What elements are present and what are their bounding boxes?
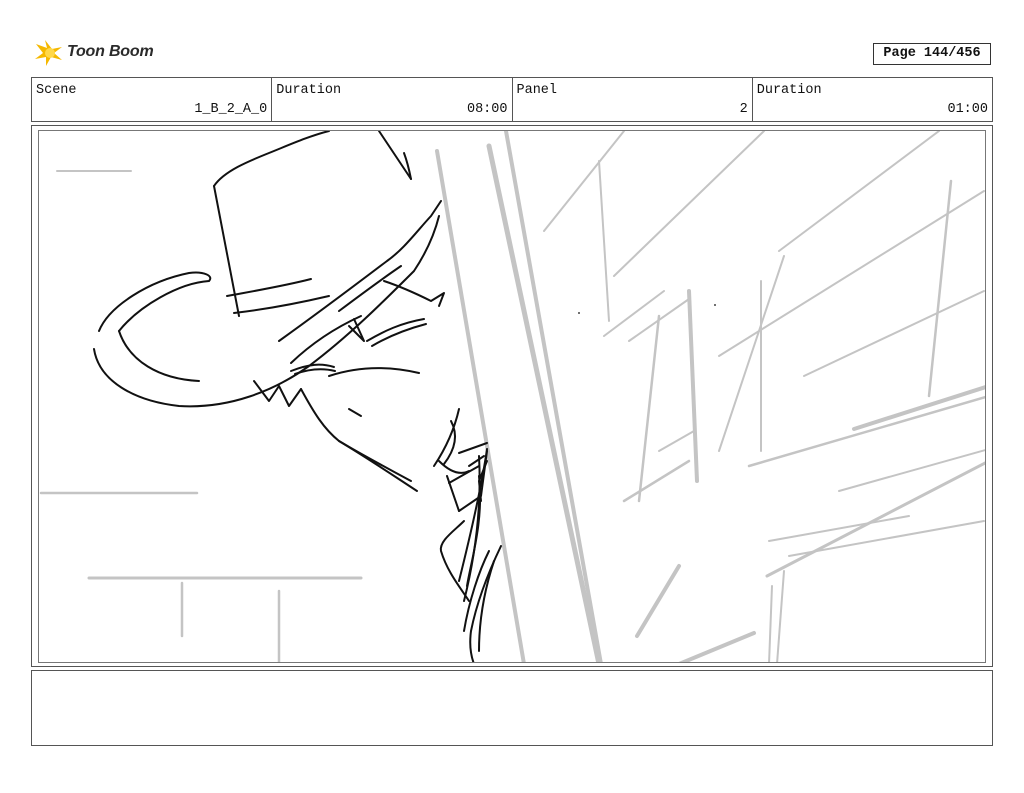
scene-duration-label: Duration bbox=[276, 83, 342, 98]
starburst-icon bbox=[35, 40, 62, 66]
panel-value: 2 bbox=[739, 102, 748, 117]
construction-lines bbox=[39, 131, 985, 662]
scene-value: 1_B_2_A_0 bbox=[194, 102, 268, 117]
panel-cell: Panel 2 bbox=[513, 78, 753, 121]
cowboy-sketch bbox=[39, 131, 985, 662]
panel-label: Panel bbox=[516, 83, 558, 98]
storyboard-panel-image bbox=[38, 130, 986, 663]
scene-cell: Scene 1_B_2_A_0 bbox=[32, 78, 273, 121]
scene-label: Scene bbox=[36, 83, 77, 98]
panel-notes-area bbox=[31, 670, 993, 746]
panel-duration-label: Duration bbox=[756, 83, 822, 98]
toon-boom-logo: Toon Boom bbox=[33, 38, 163, 70]
panel-duration-cell: Duration 01:00 bbox=[753, 78, 992, 121]
brand-name: Toon Boom bbox=[67, 43, 154, 60]
scene-duration-value: 08:00 bbox=[466, 102, 508, 117]
panel-duration-value: 01:00 bbox=[947, 102, 988, 117]
scene-duration-cell: Duration 08:00 bbox=[272, 78, 513, 121]
panel-info-row: Scene 1_B_2_A_0 Duration 08:00 Panel 2 D… bbox=[31, 77, 993, 122]
page-counter: Page 144/456 bbox=[873, 43, 991, 65]
cowboy-character bbox=[93, 131, 502, 662]
